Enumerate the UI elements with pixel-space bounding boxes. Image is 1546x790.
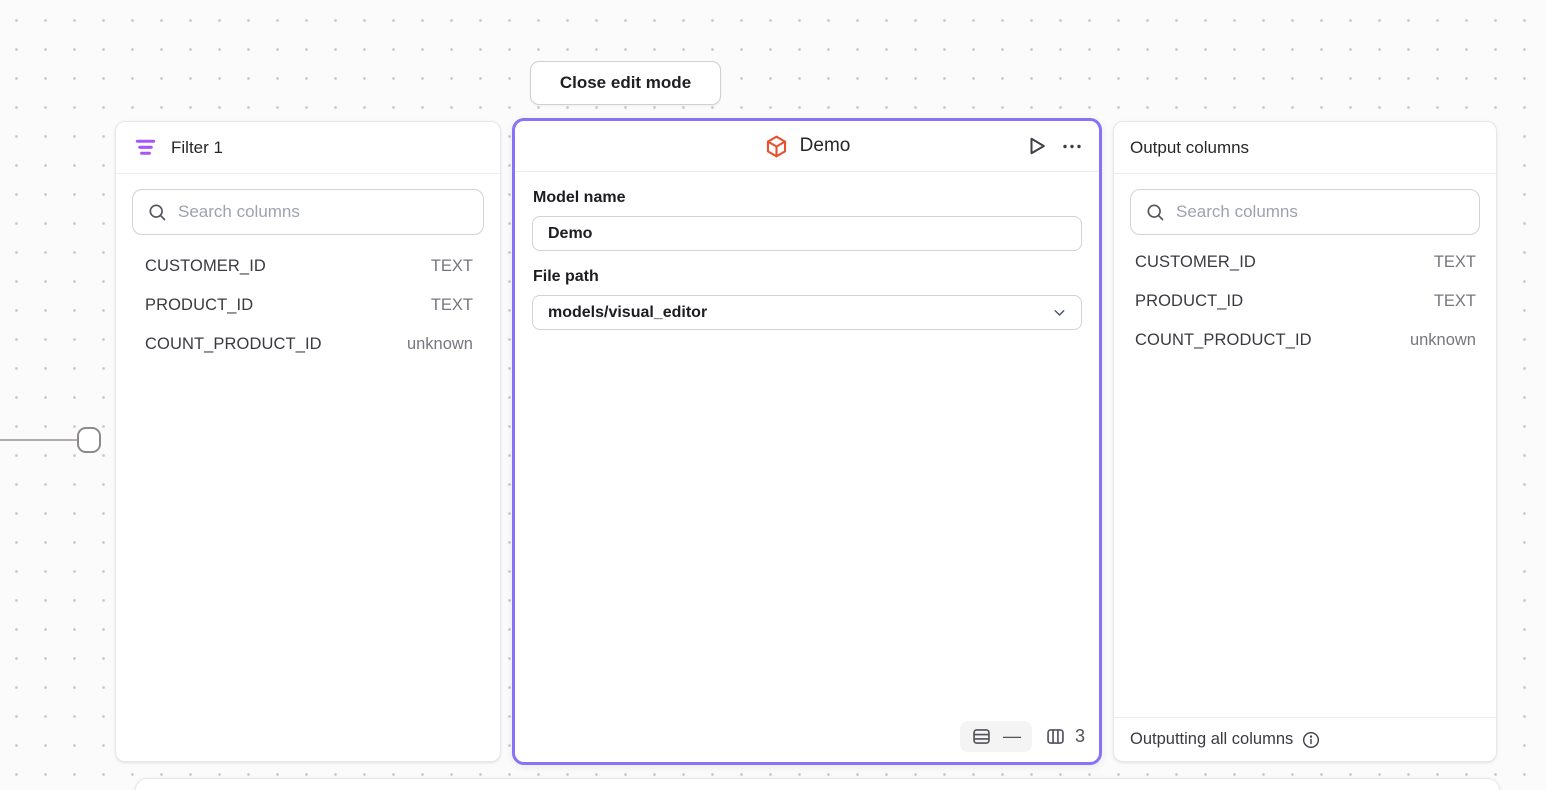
connection-handle[interactable]	[77, 427, 101, 453]
model-name-input[interactable]	[532, 216, 1082, 251]
output-panel-footer: Outputting all columns	[1114, 717, 1496, 761]
column-name: COUNT_PRODUCT_ID	[145, 335, 322, 354]
filter-panel-header: Filter 1	[116, 122, 500, 174]
column-row[interactable]: COUNT_PRODUCT_ID unknown	[1114, 321, 1496, 360]
filter-panel-title: Filter 1	[171, 138, 223, 158]
output-column-list: CUSTOMER_ID TEXT PRODUCT_ID TEXT COUNT_P…	[1114, 243, 1496, 360]
column-name: COUNT_PRODUCT_ID	[1135, 331, 1312, 350]
file-path-label: File path	[533, 268, 1082, 286]
column-count-toggle[interactable]: 3	[1045, 726, 1085, 747]
file-path-select[interactable]: models/visual_editor	[532, 295, 1082, 330]
filter-search-box	[132, 189, 484, 235]
model-panel-stats: — 3	[960, 721, 1085, 752]
search-icon	[147, 202, 168, 223]
chevron-down-icon	[1051, 304, 1068, 321]
output-panel-header: Output columns	[1114, 122, 1496, 174]
column-row[interactable]: PRODUCT_ID TEXT	[116, 286, 500, 325]
filter-lines-icon	[133, 136, 158, 159]
column-name: PRODUCT_ID	[1135, 292, 1243, 311]
model-panel-actions	[1021, 121, 1087, 171]
model-node-panel[interactable]: Demo Model name File path	[512, 118, 1102, 765]
bottom-node-panel[interactable]	[135, 778, 1500, 790]
output-panel-title: Output columns	[1130, 138, 1249, 158]
column-name: CUSTOMER_ID	[145, 257, 266, 276]
column-name: CUSTOMER_ID	[1135, 253, 1256, 272]
columns-icon	[1045, 726, 1066, 747]
output-footer-text: Outputting all columns	[1130, 730, 1293, 749]
model-panel-header: Demo	[515, 121, 1099, 172]
filter-column-list: CUSTOMER_ID TEXT PRODUCT_ID TEXT COUNT_P…	[116, 247, 500, 364]
run-button[interactable]	[1021, 131, 1051, 161]
model-panel-title-group: Demo	[764, 134, 851, 159]
column-type: TEXT	[431, 296, 473, 315]
output-search-box	[1130, 189, 1480, 235]
model-name-label: Model name	[533, 189, 1082, 207]
column-type: unknown	[1410, 331, 1476, 350]
rows-icon	[971, 726, 992, 747]
column-row[interactable]: CUSTOMER_ID TEXT	[1114, 243, 1496, 282]
row-count-value: —	[1003, 726, 1021, 747]
row-count-toggle[interactable]: —	[960, 721, 1032, 752]
search-icon	[1145, 202, 1166, 223]
info-icon[interactable]	[1301, 730, 1321, 750]
filter-search-input[interactable]	[178, 202, 469, 222]
connection-edge	[0, 439, 79, 441]
model-panel-title: Demo	[800, 135, 851, 157]
column-row[interactable]: CUSTOMER_ID TEXT	[116, 247, 500, 286]
filter-node-panel[interactable]: Filter 1 CUSTOMER_ID TEXT PRODUCT_ID TEX…	[115, 121, 501, 762]
column-type: unknown	[407, 335, 473, 354]
more-options-button[interactable]	[1057, 131, 1087, 161]
file-path-value: models/visual_editor	[548, 304, 707, 322]
cube-icon	[764, 134, 789, 159]
canvas[interactable]: Close edit mode Filter 1 CUSTOMER_ID TEX…	[0, 0, 1546, 790]
column-row[interactable]: PRODUCT_ID TEXT	[1114, 282, 1496, 321]
column-type: TEXT	[1434, 292, 1476, 311]
column-type: TEXT	[431, 257, 473, 276]
column-name: PRODUCT_ID	[145, 296, 253, 315]
close-edit-mode-button[interactable]: Close edit mode	[530, 61, 721, 105]
column-count-value: 3	[1075, 726, 1085, 747]
output-search-input[interactable]	[1176, 202, 1465, 222]
column-row[interactable]: COUNT_PRODUCT_ID unknown	[116, 325, 500, 364]
output-columns-panel[interactable]: Output columns CUSTOMER_ID TEXT PRODUCT_…	[1113, 121, 1497, 762]
model-panel-body: Model name File path models/visual_edito…	[515, 172, 1099, 345]
column-type: TEXT	[1434, 253, 1476, 272]
